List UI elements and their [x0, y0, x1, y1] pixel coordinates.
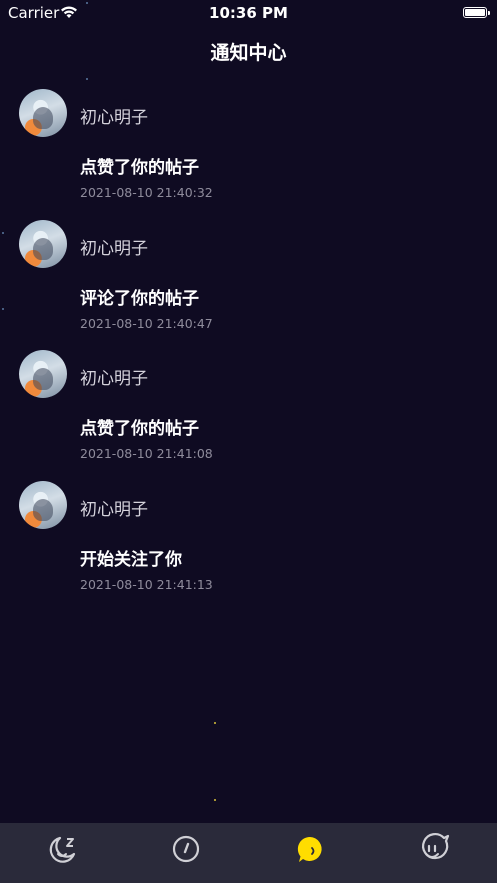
- star-dot: [86, 2, 88, 4]
- notification-time: 2021-08-10 21:40:47: [80, 316, 213, 331]
- moon-sleep-icon: [49, 836, 76, 863]
- notification-username[interactable]: 初心明子: [80, 364, 148, 389]
- star-dot: [214, 799, 216, 801]
- face-bubble-icon: [422, 833, 450, 860]
- chat-bubble-icon: [297, 836, 322, 862]
- status-bar: Carrier 10:36 PM: [0, 0, 497, 26]
- notification-item[interactable]: 初心明子 评论了你的帖子 2021-08-10 21:40:47: [0, 220, 497, 345]
- avatar[interactable]: [19, 220, 67, 268]
- tab-bar: [0, 823, 497, 883]
- notification-action: 点赞了你的帖子: [80, 419, 199, 439]
- avatar[interactable]: [19, 89, 67, 137]
- avatar[interactable]: [19, 481, 67, 529]
- notification-action: 点赞了你的帖子: [80, 158, 199, 178]
- notification-time: 2021-08-10 21:41:08: [80, 446, 213, 461]
- page-title: 通知中心: [210, 42, 287, 64]
- notification-action: 开始关注了你: [80, 550, 182, 570]
- compass-icon: [172, 835, 200, 863]
- star-dot: [214, 722, 216, 724]
- avatar[interactable]: [19, 350, 67, 398]
- notification-item[interactable]: 初心明子 开始关注了你 2021-08-10 21:41:13: [0, 481, 497, 606]
- notification-time: 2021-08-10 21:40:32: [80, 185, 213, 200]
- star-dot: [86, 78, 88, 80]
- battery-icon: [463, 7, 490, 18]
- notification-item[interactable]: 初心明子 点赞了你的帖子 2021-08-10 21:40:32: [0, 89, 497, 214]
- notification-item[interactable]: 初心明子 点赞了你的帖子 2021-08-10 21:41:08: [0, 350, 497, 475]
- status-time: 10:36 PM: [209, 4, 288, 22]
- notification-username[interactable]: 初心明子: [80, 495, 148, 520]
- tab-messages[interactable]: [290, 829, 330, 869]
- notification-username[interactable]: 初心明子: [80, 234, 148, 259]
- notification-time: 2021-08-10 21:41:13: [80, 577, 213, 592]
- tab-discover[interactable]: [166, 829, 206, 869]
- notification-username[interactable]: 初心明子: [80, 103, 148, 128]
- tab-sleep[interactable]: [43, 829, 83, 869]
- notification-action: 评论了你的帖子: [80, 289, 199, 309]
- tab-profile[interactable]: [413, 829, 453, 869]
